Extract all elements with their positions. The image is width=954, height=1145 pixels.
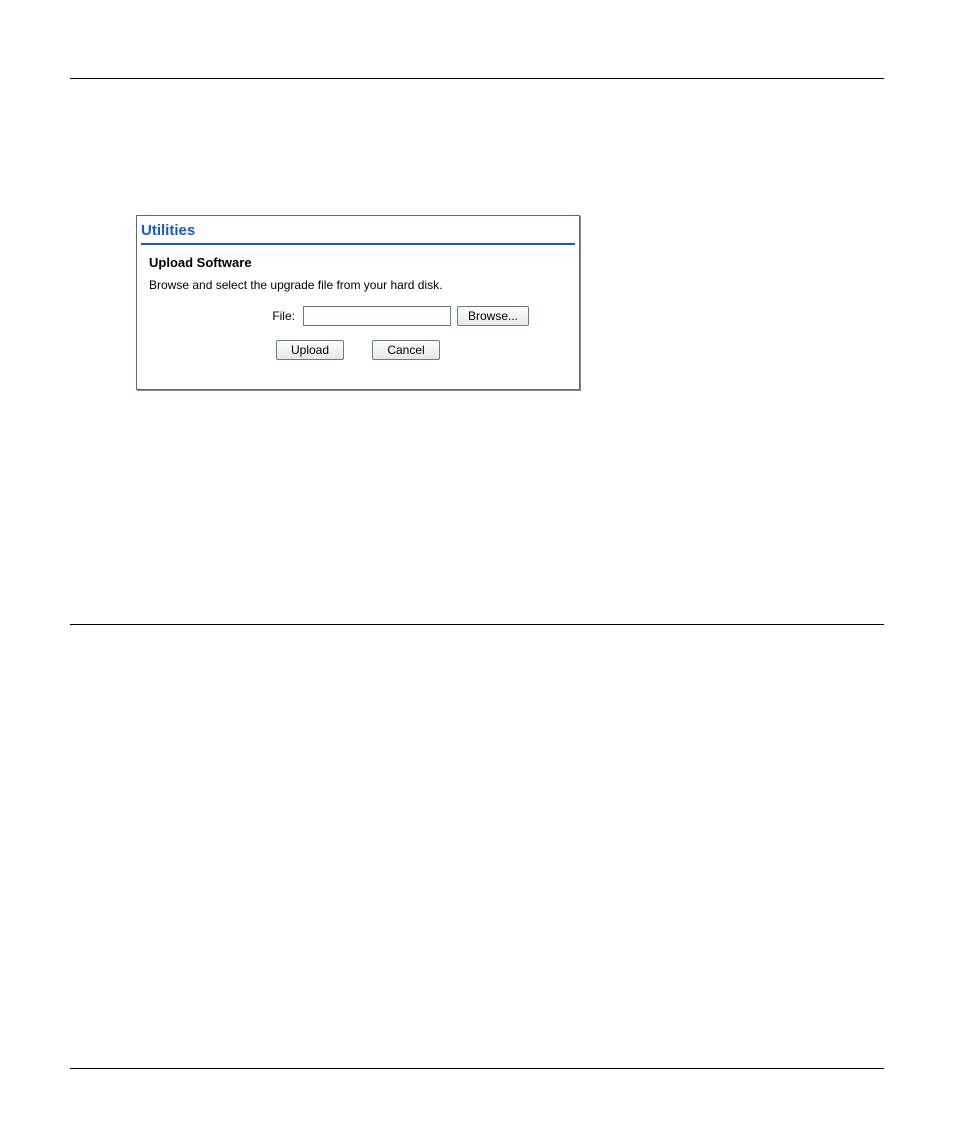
button-row: Upload Cancel bbox=[137, 340, 579, 360]
panel-title: Utilities bbox=[137, 216, 579, 243]
browse-button[interactable]: Browse... bbox=[457, 306, 529, 326]
horizontal-rule bbox=[70, 624, 884, 625]
section-description: Browse and select the upgrade file from … bbox=[137, 278, 579, 306]
horizontal-rule bbox=[70, 1068, 884, 1069]
utilities-panel: Utilities Upload Software Browse and sel… bbox=[136, 215, 580, 390]
file-input[interactable] bbox=[303, 306, 451, 326]
upload-button[interactable]: Upload bbox=[276, 340, 344, 360]
section-title: Upload Software bbox=[137, 255, 579, 278]
file-row: File: Browse... bbox=[137, 306, 579, 340]
panel-divider bbox=[141, 243, 575, 245]
file-label: File: bbox=[187, 309, 297, 323]
cancel-button[interactable]: Cancel bbox=[372, 340, 440, 360]
horizontal-rule bbox=[70, 78, 884, 79]
